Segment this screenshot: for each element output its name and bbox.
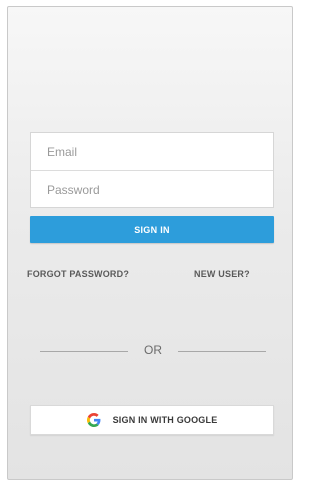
credentials-box: [30, 132, 274, 208]
email-input[interactable]: [31, 133, 273, 170]
forgot-password-link[interactable]: FORGOT PASSWORD?: [27, 269, 129, 279]
separator-line-left: [40, 351, 128, 352]
or-separator: OR: [40, 343, 266, 359]
new-user-link[interactable]: NEW USER?: [194, 269, 250, 279]
app-screen: SIGN IN FORGOT PASSWORD? NEW USER? OR SI…: [7, 6, 293, 480]
google-sign-in-label: SIGN IN WITH GOOGLE: [112, 415, 218, 425]
password-input[interactable]: [31, 171, 273, 208]
google-g-icon: [86, 413, 101, 427]
or-label: OR: [144, 343, 162, 357]
separator-line-right: [178, 351, 266, 352]
sign-in-button[interactable]: SIGN IN: [30, 216, 274, 243]
google-sign-in-button[interactable]: SIGN IN WITH GOOGLE: [30, 405, 274, 435]
